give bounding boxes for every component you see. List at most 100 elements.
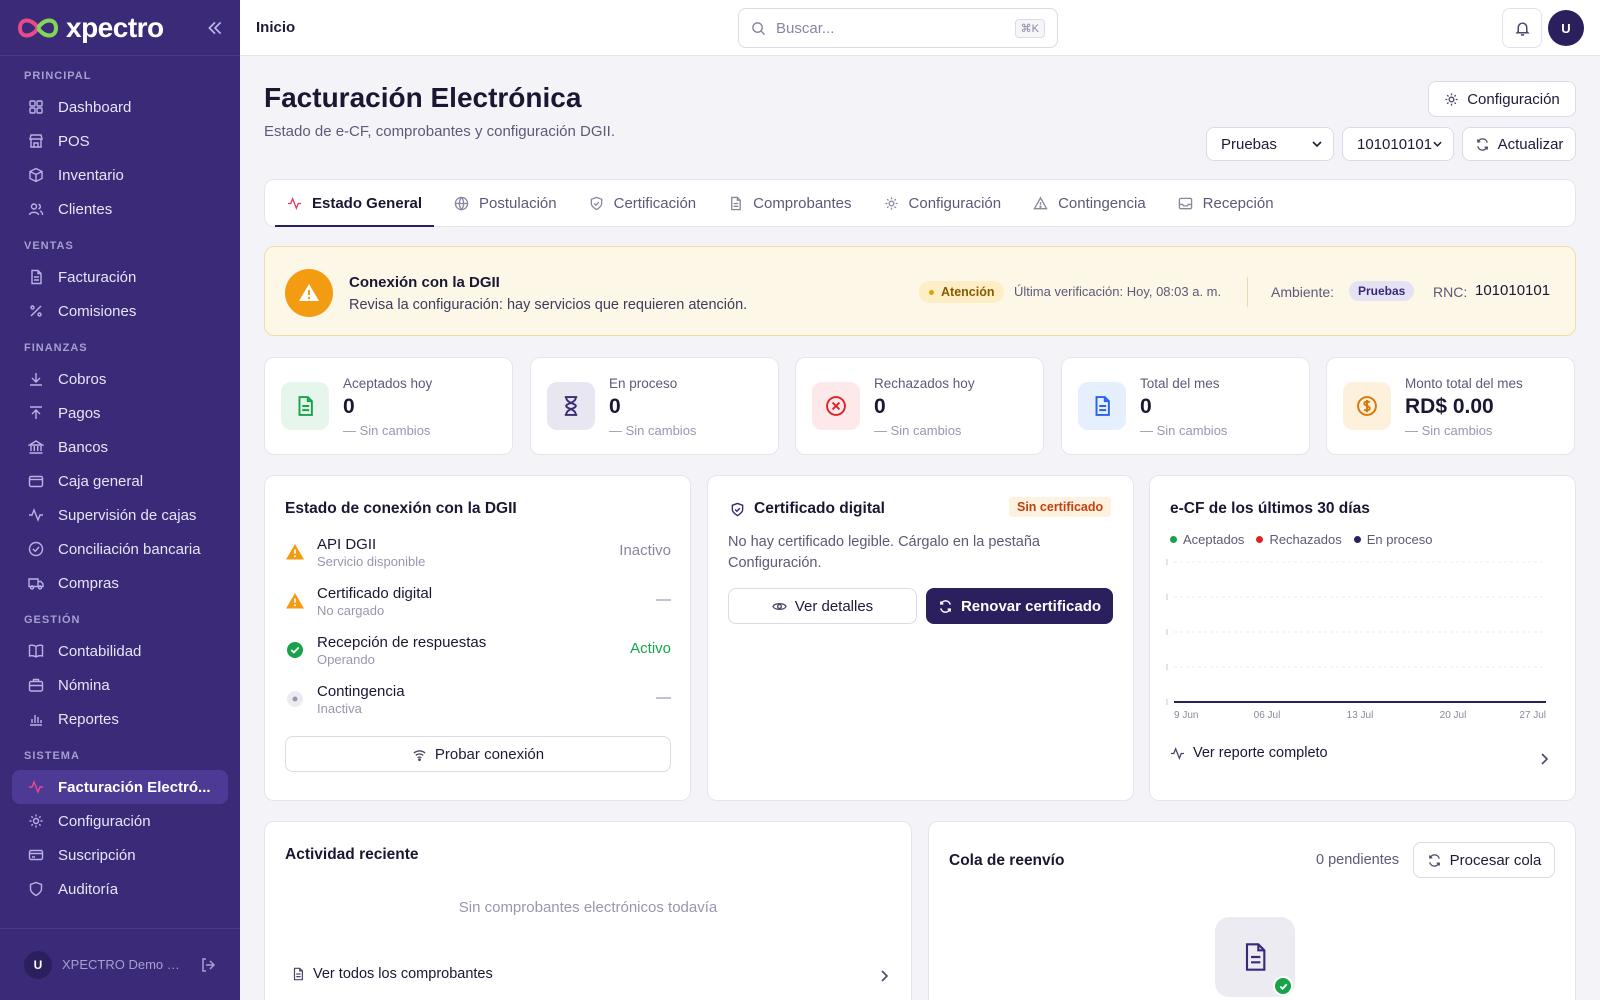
sidebar: xpectro PRINCIPAL Dashboard POS Inventario C…: [0, 0, 240, 1000]
resend-queue-panel: Cola de reenvío 0 pendientes Procesar co…: [928, 821, 1576, 1000]
sidebar-item-cobros[interactable]: Cobros: [0, 362, 240, 396]
sidebar-item-label: Facturación Electró...: [58, 778, 211, 796]
service-subtitle: Operando: [317, 652, 375, 667]
environment-label: Ambiente:: [1271, 284, 1335, 300]
sidebar-item-contabilidad[interactable]: Contabilidad: [0, 634, 240, 668]
sidebar-item-reportes[interactable]: Reportes: [0, 702, 240, 736]
user-avatar[interactable]: U: [1548, 10, 1584, 46]
sidebar-item-supervision-de-cajas[interactable]: Supervisión de cajas: [0, 498, 240, 532]
service-status: —: [656, 591, 671, 608]
sidebar-item-nomina[interactable]: Nómina: [0, 668, 240, 702]
file-text-icon: [1095, 396, 1110, 416]
notifications-button[interactable]: [1502, 8, 1542, 48]
sidebar-item-inventario[interactable]: Inventario: [0, 158, 240, 192]
breadcrumb[interactable]: Inicio: [256, 19, 295, 36]
legend-dot: [1353, 536, 1361, 543]
process-queue-button[interactable]: Procesar cola: [1413, 842, 1555, 878]
renew-certificate-label: Renovar certificado: [960, 597, 1102, 615]
alert-triangle-icon: [1033, 196, 1048, 209]
sidebar-item-configuracion[interactable]: Configuración: [0, 804, 240, 838]
legend-dot: [1256, 536, 1264, 543]
hourglass-icon: [564, 396, 578, 416]
sidebar-item-clientes[interactable]: Clientes: [0, 192, 240, 226]
stat-label: En proceso: [609, 376, 678, 391]
recent-activity-panel: Actividad reciente Sin comprobantes elec…: [264, 821, 912, 1000]
chevron-right-icon[interactable]: [877, 969, 891, 983]
idle-dot-icon: [287, 691, 303, 707]
chart-title: e-CF de los últimos 30 días: [1170, 500, 1370, 517]
logout-icon[interactable]: [200, 957, 216, 973]
tab-label: Comprobantes: [753, 194, 852, 212]
sidebar-item-auditoria[interactable]: Auditoría: [0, 872, 240, 906]
chevron-down-icon: [1312, 141, 1322, 148]
full-report-label: Ver reporte completo: [1193, 745, 1328, 761]
sidebar-item-pos[interactable]: POS: [0, 124, 240, 158]
refresh-button[interactable]: Actualizar: [1462, 127, 1576, 161]
activity-icon: [29, 508, 43, 522]
environment-select[interactable]: Pruebas: [1206, 127, 1334, 161]
check-circle-icon: [287, 642, 303, 658]
tab-comprobantes[interactable]: Comprobantes: [712, 180, 867, 226]
tab-estado-general[interactable]: Estado General: [271, 180, 438, 227]
sidebar-item-label: Dashboard: [58, 98, 132, 116]
chevron-right-icon[interactable]: [1537, 752, 1551, 766]
service-subtitle: No cargado: [317, 603, 385, 618]
full-report-link[interactable]: Ver reporte completo: [1170, 745, 1328, 761]
stat-value: 0: [609, 395, 621, 418]
sidebar-item-compras[interactable]: Compras: [0, 566, 240, 600]
warning-icon: [286, 544, 304, 560]
stat-label: Rechazados hoy: [874, 376, 975, 391]
wallet-icon: [28, 475, 44, 488]
config-button[interactable]: Configuración: [1428, 81, 1576, 117]
refresh-icon: [1476, 137, 1488, 151]
stat-label: Aceptados hoy: [343, 376, 433, 391]
sidebar-item-conciliacion-bancaria[interactable]: Conciliación bancaria: [0, 532, 240, 566]
bar-chart-icon: [30, 715, 42, 726]
all-invoices-link[interactable]: Ver todos los comprobantes: [291, 966, 493, 982]
nav-section-title: VENTAS: [24, 240, 74, 252]
ecf-chart-panel: e-CF de los últimos 30 días Aceptados Rec…: [1149, 475, 1576, 801]
test-connection-button[interactable]: Probar conexión: [285, 736, 671, 772]
activity-icon: [29, 780, 43, 794]
company-name[interactable]: XPECTRO Demo S...: [62, 957, 182, 972]
sidebar-item-caja-general[interactable]: Caja general: [0, 464, 240, 498]
sidebar-footer: U XPECTRO Demo S...: [0, 928, 240, 1000]
tab-certificacion[interactable]: Certificación: [573, 180, 713, 226]
stat-label: Total del mes: [1140, 376, 1220, 391]
tab-configuracion[interactable]: Configuración: [868, 180, 1018, 226]
sidebar-item-dashboard[interactable]: Dashboard: [0, 90, 240, 124]
sidebar-item-pagos[interactable]: Pagos: [0, 396, 240, 430]
service-status: Activo: [630, 640, 671, 657]
grid-icon: [29, 100, 43, 114]
book-icon: [28, 644, 44, 658]
company-avatar[interactable]: U: [24, 950, 52, 979]
logo-icon: [17, 18, 59, 37]
tab-postulacion[interactable]: Postulación: [438, 180, 573, 226]
renew-certificate-button[interactable]: Renovar certificado: [926, 588, 1113, 624]
wifi-icon: [413, 749, 426, 761]
sidebar-item-comisiones[interactable]: Comisiones: [0, 294, 240, 328]
x-tick-label: 9 Jun: [1174, 710, 1198, 721]
attention-badge: Atención: [919, 281, 1005, 303]
stat-icon-badge: [1078, 382, 1126, 430]
rnc-select[interactable]: 101010101: [1342, 127, 1454, 161]
stat-value: 0: [1140, 395, 1152, 418]
sidebar-item-facturacion[interactable]: Facturación: [0, 260, 240, 294]
view-details-button[interactable]: Ver detalles: [728, 588, 917, 624]
stat-label: Monto total del mes: [1405, 376, 1523, 391]
nav-section-title: SISTEMA: [24, 750, 80, 762]
sidebar-item-label: Caja general: [58, 472, 144, 490]
tab-recepcion[interactable]: Recepción: [1162, 180, 1290, 226]
stat-value: 0: [343, 395, 355, 418]
sidebar-item-label: Cobros: [58, 370, 107, 388]
sidebar-item-label: Suscripción: [58, 846, 136, 864]
sidebar-item-label: Nómina: [58, 676, 110, 694]
search-input[interactable]: Buscar... ⌘K: [738, 8, 1058, 48]
bell-icon: [1514, 21, 1530, 36]
tab-contingencia[interactable]: Contingencia: [1017, 180, 1162, 226]
sidebar-item-facturacion-electro[interactable]: Facturación Electró...: [12, 770, 228, 804]
stat-change: — Sin cambios: [609, 423, 697, 438]
collapse-sidebar-icon[interactable]: [206, 19, 224, 37]
sidebar-item-suscripcion[interactable]: Suscripción: [0, 838, 240, 872]
sidebar-item-bancos[interactable]: Bancos: [0, 430, 240, 464]
